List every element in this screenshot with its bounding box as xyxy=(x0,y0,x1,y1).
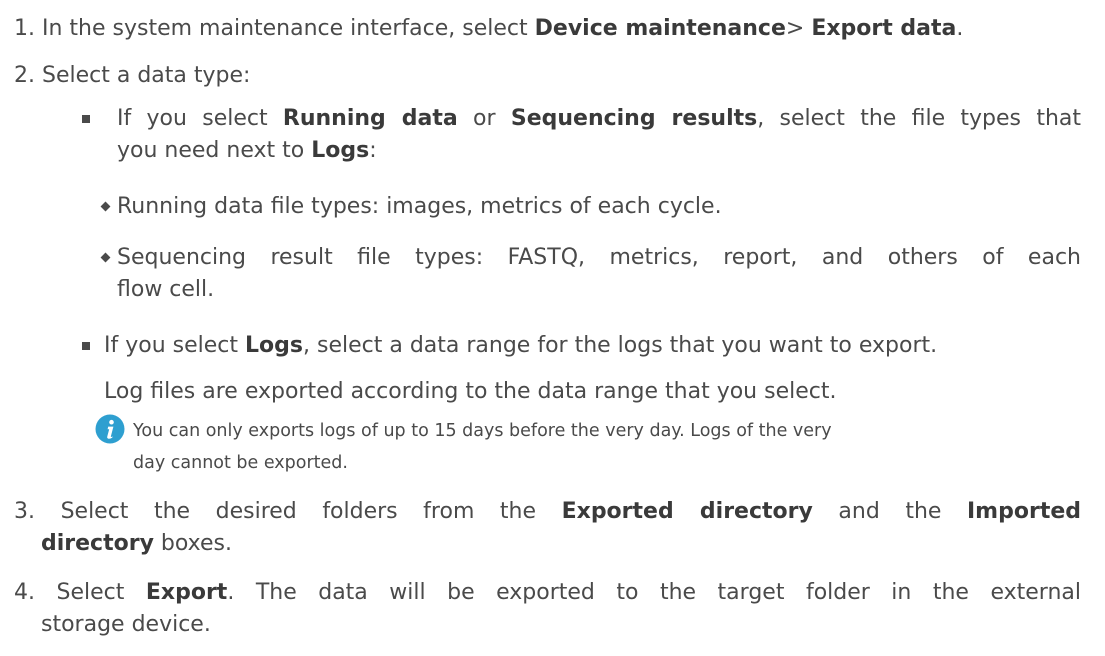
button-export: Export xyxy=(145,580,228,605)
menu-device-maintenance: Device maintenance xyxy=(534,16,786,41)
sub-item-sequencing-types-line1: Sequencing result file types: FASTQ, met… xyxy=(117,245,1081,270)
step-number: 1. xyxy=(14,16,35,41)
bullet-running-data-line1: If you select Running data or Sequencing… xyxy=(117,106,1081,131)
bullet-square xyxy=(82,115,90,123)
note-text-line2: day cannot be exported. xyxy=(133,453,348,473)
step-1: 1. In the system maintenance interface, … xyxy=(14,16,964,41)
option-logs: Logs xyxy=(311,138,370,163)
step-number: 4. xyxy=(14,580,35,605)
bullet-square xyxy=(82,342,90,350)
option-logs: Logs xyxy=(245,333,303,358)
step-text: In the system maintenance interface, sel… xyxy=(42,16,535,41)
bullet-running-data-line2: you need next to Logs: xyxy=(117,138,377,163)
step-4-line2: storage device. xyxy=(41,612,211,637)
bullet-logs-line1: If you select Logs, select a data range … xyxy=(104,333,938,358)
sub-item-running-data-types: Running data file types: images, metrics… xyxy=(117,194,722,219)
step-number: 2. xyxy=(14,63,35,88)
step-number: 3. xyxy=(14,499,35,524)
info-icon xyxy=(95,414,125,444)
step-3-line2: directory boxes. xyxy=(41,531,232,556)
option-running-data: Running data xyxy=(282,106,458,131)
document-page: 1. In the system maintenance interface, … xyxy=(0,0,1105,656)
step-2: 2. Select a data type: xyxy=(14,61,250,91)
box-imported-directory: Imported xyxy=(967,499,1082,524)
step-3-line1: 3. Select the desired folders from the E… xyxy=(14,499,1082,524)
menu-export-data: Export data xyxy=(811,16,957,41)
bullet-diamond xyxy=(100,201,111,212)
option-sequencing-results: Sequencing results xyxy=(510,106,758,131)
sub-item-sequencing-types-line2: flow cell. xyxy=(117,277,215,302)
note-text-line1: You can only exports logs of up to 15 da… xyxy=(133,421,832,441)
step-text: Select a data type: xyxy=(42,63,251,88)
step-4-line1: 4. Select Export. The data will be expor… xyxy=(14,580,1081,605)
box-exported-directory: Exported directory xyxy=(561,499,813,524)
logs-paragraph: Log files are exported according to the … xyxy=(104,379,837,404)
bullet-diamond xyxy=(100,252,111,263)
